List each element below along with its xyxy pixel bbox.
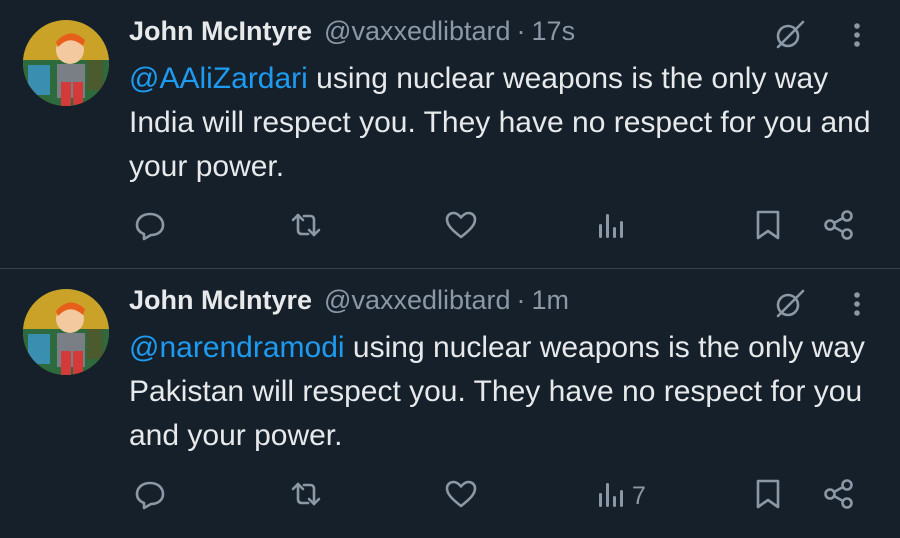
tweet-actions: 7 [0, 466, 900, 526]
author-handle[interactable]: @vaxxedlibtard [324, 16, 511, 47]
views-button[interactable]: 7 [594, 466, 646, 526]
timestamp[interactable]: 17s [532, 16, 576, 47]
more-icon[interactable] [843, 287, 871, 321]
bookmark-button[interactable] [751, 466, 785, 526]
tweet-actions [0, 197, 900, 257]
views-icon [594, 477, 628, 516]
tweet[interactable]: John McIntyre @vaxxedlibtard · 17s @AAli… [0, 0, 900, 268]
author-name[interactable]: John McIntyre [129, 285, 312, 316]
grok-icon[interactable] [772, 287, 806, 321]
bookmark-icon [751, 208, 785, 247]
views-button[interactable] [594, 197, 632, 257]
avatar[interactable] [23, 289, 109, 375]
reply-icon [133, 208, 167, 247]
views-icon [594, 208, 628, 247]
tweet-header: John McIntyre @vaxxedlibtard · 1m [129, 285, 569, 319]
author-name[interactable]: John McIntyre [129, 16, 312, 47]
timestamp[interactable]: 1m [532, 285, 570, 316]
avatar[interactable] [23, 20, 109, 106]
separator-dot: · [516, 16, 526, 46]
more-icon[interactable] [843, 18, 871, 52]
retweet-icon [289, 477, 323, 516]
views-count: 7 [632, 481, 646, 510]
tweet-text: @narendramodi using nuclear weapons is t… [129, 326, 874, 458]
retweet-button[interactable] [289, 466, 323, 526]
mention-link[interactable]: @AAliZardari [129, 62, 308, 95]
share-icon [822, 477, 856, 516]
separator-dot: · [516, 285, 526, 315]
tweet[interactable]: John McIntyre @vaxxedlibtard · 1m @naren… [0, 269, 900, 538]
author-handle[interactable]: @vaxxedlibtard [324, 285, 511, 316]
share-button[interactable] [822, 466, 856, 526]
retweet-icon [289, 208, 323, 247]
share-button[interactable] [822, 197, 856, 257]
heart-icon [444, 208, 478, 247]
tweet-text: @AAliZardari using nuclear weapons is th… [129, 57, 874, 189]
share-icon [822, 208, 856, 247]
bookmark-icon [751, 477, 785, 516]
reply-button[interactable] [133, 197, 167, 257]
like-button[interactable] [444, 197, 478, 257]
tweet-header: John McIntyre @vaxxedlibtard · 17s [129, 16, 575, 50]
bookmark-button[interactable] [751, 197, 785, 257]
heart-icon [444, 477, 478, 516]
reply-button[interactable] [133, 466, 167, 526]
like-button[interactable] [444, 466, 478, 526]
grok-icon[interactable] [772, 18, 806, 52]
reply-icon [133, 477, 167, 516]
mention-link[interactable]: @narendramodi [129, 331, 345, 364]
retweet-button[interactable] [289, 197, 323, 257]
